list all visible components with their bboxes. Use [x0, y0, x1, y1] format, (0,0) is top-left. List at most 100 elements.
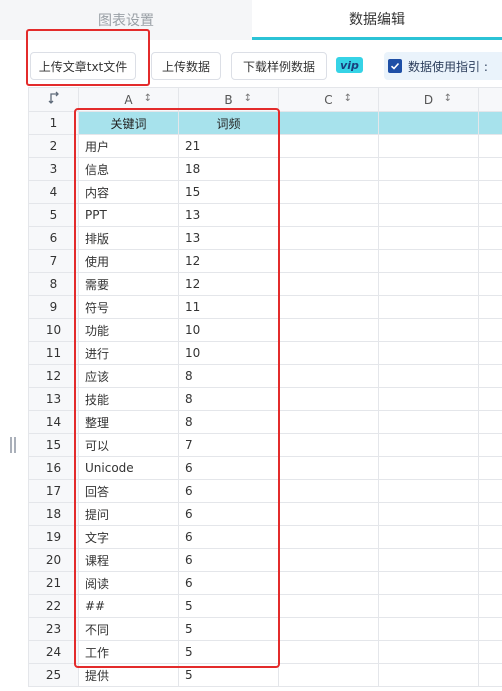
table-cell[interactable]: 5 — [178, 617, 279, 641]
row-number[interactable]: 13 — [28, 387, 79, 411]
table-cell[interactable] — [478, 548, 502, 572]
table-cell[interactable]: 6 — [178, 525, 279, 549]
row-number[interactable]: 25 — [28, 663, 79, 687]
corner-arrow-icon[interactable] — [28, 87, 79, 112]
table-cell[interactable] — [478, 249, 502, 273]
table-cell[interactable]: 18 — [178, 157, 279, 181]
table-cell[interactable]: 6 — [178, 456, 279, 480]
table-cell[interactable]: 应该 — [78, 364, 179, 388]
table-cell[interactable] — [378, 180, 479, 204]
checkbox-checked-icon[interactable] — [388, 59, 402, 73]
table-cell[interactable]: 7 — [178, 433, 279, 457]
table-cell[interactable] — [478, 663, 502, 687]
table-cell[interactable]: 6 — [178, 548, 279, 572]
table-cell[interactable] — [378, 249, 479, 273]
table-cell[interactable] — [278, 272, 379, 296]
row-number[interactable]: 8 — [28, 272, 79, 296]
table-cell[interactable] — [378, 134, 479, 158]
column-header-e[interactable] — [478, 87, 502, 112]
table-cell[interactable] — [478, 571, 502, 595]
upload-data-button[interactable]: 上传数据 — [151, 52, 221, 80]
table-cell[interactable] — [478, 318, 502, 342]
table-cell[interactable] — [478, 594, 502, 618]
table-cell[interactable] — [478, 157, 502, 181]
table-cell[interactable] — [278, 180, 379, 204]
table-cell[interactable] — [378, 456, 479, 480]
table-cell[interactable] — [478, 502, 502, 526]
column-header-c[interactable]: C ↕ — [278, 87, 379, 112]
table-cell[interactable] — [278, 203, 379, 227]
table-cell[interactable] — [378, 571, 479, 595]
table-cell[interactable] — [278, 226, 379, 250]
table-cell[interactable] — [478, 295, 502, 319]
table-cell[interactable]: 5 — [178, 594, 279, 618]
table-cell[interactable] — [278, 157, 379, 181]
sort-arrow-icon[interactable]: ↕ — [444, 93, 452, 104]
table-cell[interactable]: 提供 — [78, 663, 179, 687]
sort-arrow-icon[interactable]: ↕ — [144, 93, 152, 104]
table-cell[interactable] — [378, 226, 479, 250]
table-cell[interactable] — [478, 525, 502, 549]
table-cell[interactable] — [278, 341, 379, 365]
table-cell[interactable] — [378, 663, 479, 687]
table-cell[interactable]: 进行 — [78, 341, 179, 365]
table-cell[interactable] — [378, 341, 479, 365]
row-number[interactable]: 14 — [28, 410, 79, 434]
table-cell[interactable] — [378, 364, 479, 388]
table-cell[interactable]: 10 — [178, 341, 279, 365]
row-number[interactable]: 1 — [28, 111, 79, 135]
tab-data-edit[interactable]: 数据编辑 — [252, 0, 502, 40]
row-number[interactable]: 11 — [28, 341, 79, 365]
table-cell[interactable] — [278, 433, 379, 457]
row-number[interactable]: 9 — [28, 295, 79, 319]
table-cell[interactable] — [378, 272, 479, 296]
table-cell[interactable] — [478, 203, 502, 227]
table-cell[interactable]: 使用 — [78, 249, 179, 273]
row-number[interactable]: 2 — [28, 134, 79, 158]
row-number[interactable]: 17 — [28, 479, 79, 503]
table-cell[interactable]: 需要 — [78, 272, 179, 296]
table-cell[interactable] — [278, 548, 379, 572]
table-cell[interactable] — [478, 387, 502, 411]
table-cell[interactable]: 技能 — [78, 387, 179, 411]
row-number[interactable]: 6 — [28, 226, 79, 250]
row-number[interactable]: 19 — [28, 525, 79, 549]
table-cell[interactable] — [378, 433, 479, 457]
table-cell[interactable] — [478, 226, 502, 250]
table-cell[interactable]: 提问 — [78, 502, 179, 526]
table-cell[interactable] — [478, 364, 502, 388]
table-cell[interactable]: 文字 — [78, 525, 179, 549]
table-cell[interactable]: 词频 — [178, 111, 279, 135]
table-cell[interactable]: 6 — [178, 571, 279, 595]
table-cell[interactable]: 课程 — [78, 548, 179, 572]
row-number[interactable]: 23 — [28, 617, 79, 641]
row-number[interactable]: 16 — [28, 456, 79, 480]
table-cell[interactable] — [278, 249, 379, 273]
table-cell[interactable] — [278, 479, 379, 503]
table-cell[interactable] — [378, 318, 479, 342]
sort-arrow-icon[interactable]: ↕ — [344, 93, 352, 104]
table-cell[interactable] — [378, 203, 479, 227]
table-cell[interactable] — [478, 134, 502, 158]
table-cell[interactable] — [378, 525, 479, 549]
table-cell[interactable] — [278, 111, 379, 135]
table-cell[interactable] — [378, 295, 479, 319]
table-cell[interactable] — [278, 617, 379, 641]
table-cell[interactable] — [278, 134, 379, 158]
download-sample-button[interactable]: 下载样例数据 — [231, 52, 327, 80]
table-cell[interactable]: 符号 — [78, 295, 179, 319]
table-cell[interactable] — [478, 617, 502, 641]
table-cell[interactable] — [478, 456, 502, 480]
table-cell[interactable]: 10 — [178, 318, 279, 342]
table-cell[interactable] — [378, 548, 479, 572]
table-cell[interactable] — [278, 456, 379, 480]
row-number[interactable]: 22 — [28, 594, 79, 618]
table-cell[interactable]: 功能 — [78, 318, 179, 342]
table-cell[interactable] — [378, 410, 479, 434]
table-cell[interactable] — [378, 640, 479, 664]
row-number[interactable]: 7 — [28, 249, 79, 273]
table-cell[interactable]: 6 — [178, 479, 279, 503]
table-cell[interactable]: 8 — [178, 364, 279, 388]
row-number[interactable]: 5 — [28, 203, 79, 227]
table-cell[interactable] — [478, 410, 502, 434]
